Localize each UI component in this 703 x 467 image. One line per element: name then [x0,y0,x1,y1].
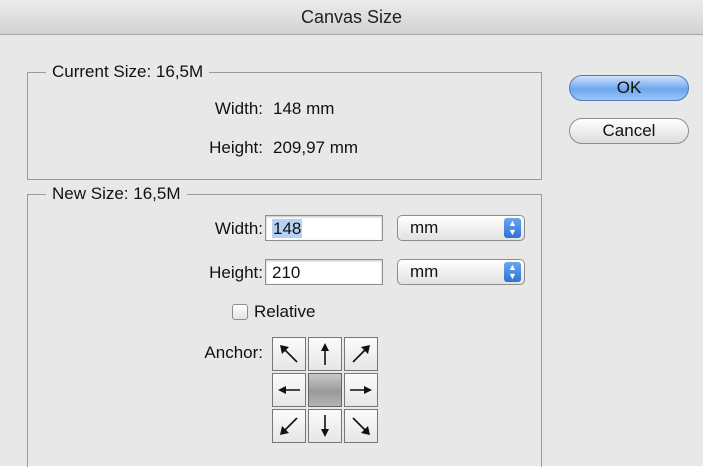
arrow-down-left-icon [280,417,298,435]
arrow-down-right-icon [352,417,370,435]
arrow-right-icon [350,386,372,394]
current-width-value: 148 mm [273,99,335,118]
relative-label[interactable]: Relative [254,302,315,322]
popup-arrows-icon: ▲ ▼ [504,262,521,282]
width-unit-value: mm [410,218,439,237]
arrow-up-icon [321,343,329,365]
new-width-label: Width: [214,219,263,238]
anchor-label: Anchor: [204,343,263,362]
current-size-group [27,72,542,180]
anchor-grid [272,337,380,445]
current-size-legend: Current Size: 16,5M [46,62,210,82]
anchor-top[interactable] [308,337,342,371]
height-input-value: 210 [272,263,301,282]
width-unit-select[interactable]: mm ▲ ▼ [397,215,525,241]
arrow-down-icon [321,415,329,437]
anchor-left[interactable] [272,373,306,407]
cancel-button[interactable]: Cancel [569,118,689,144]
anchor-bottom[interactable] [308,409,342,443]
current-height-label: Height: [209,138,263,157]
current-width-label: Width: [214,99,263,118]
anchor-top-right[interactable] [344,337,378,371]
anchor-bottom-left[interactable] [272,409,306,443]
title-bar[interactable]: Canvas Size [0,0,703,35]
height-unit-select[interactable]: mm ▲ ▼ [397,259,525,285]
ok-button[interactable]: OK [569,75,689,101]
new-height-label: Height: [209,263,263,282]
anchor-top-left[interactable] [272,337,306,371]
anchor-bottom-right[interactable] [344,409,378,443]
relative-checkbox[interactable] [232,304,248,320]
width-input[interactable]: 148 [265,215,383,241]
dialog-title: Canvas Size [300,7,403,27]
height-input[interactable]: 210 [265,259,383,285]
anchor-center[interactable] [308,373,342,407]
width-input-value: 148 [272,219,303,238]
arrow-up-right-icon [352,345,370,363]
anchor-right[interactable] [344,373,378,407]
popup-arrows-icon: ▲ ▼ [504,218,521,238]
canvas-size-dialog: Canvas Size Current Size: 16,5M Width: 1… [0,0,703,467]
new-size-legend: New Size: 16,5M [46,184,187,204]
arrow-up-left-icon [280,345,298,363]
height-unit-value: mm [410,262,439,281]
arrow-left-icon [278,386,300,394]
current-height-value: 209,97 mm [273,138,359,157]
